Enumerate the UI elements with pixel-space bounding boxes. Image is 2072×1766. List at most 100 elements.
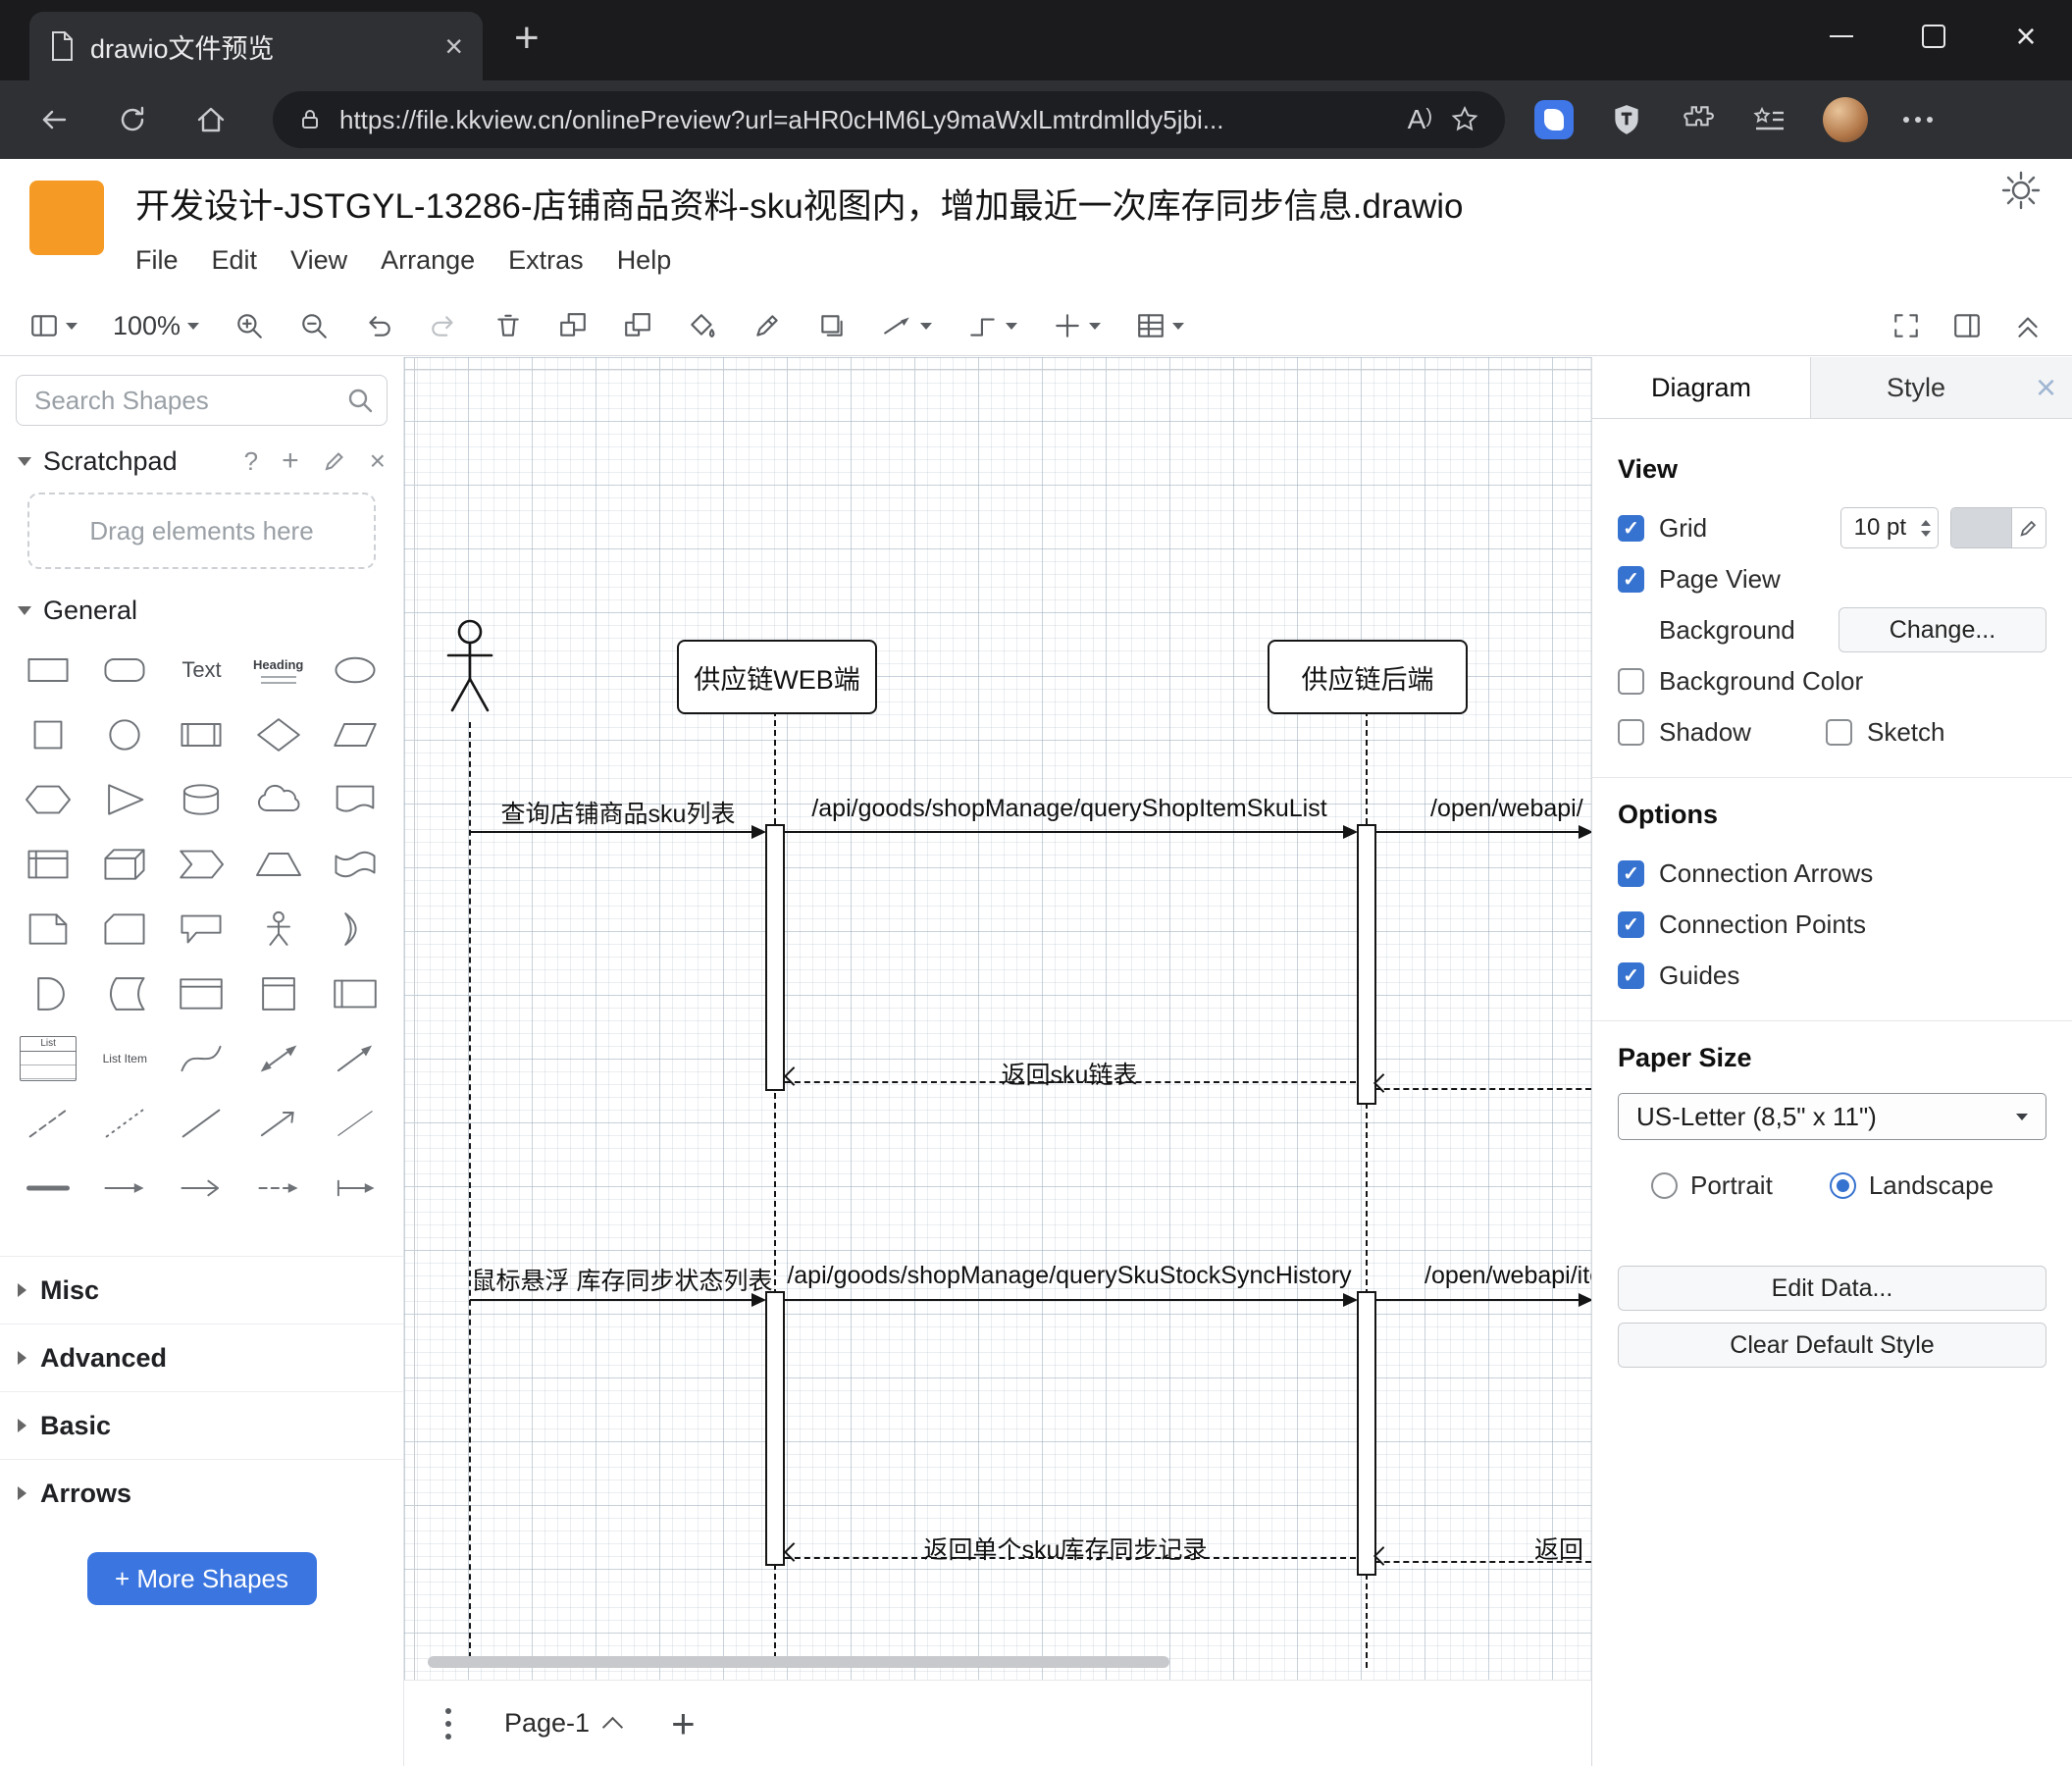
shape-open-arrow[interactable] — [163, 1156, 239, 1221]
shape-directional-arrow[interactable] — [240, 1091, 317, 1156]
shape-and[interactable] — [10, 961, 86, 1026]
shape-diamond[interactable] — [240, 702, 317, 767]
message-label[interactable]: 查询店铺商品sku列表 — [501, 795, 736, 830]
to-front-button[interactable] — [558, 311, 588, 340]
table-dropdown[interactable] — [1136, 311, 1185, 340]
message-label[interactable]: 返回sku链表 — [1002, 1056, 1138, 1091]
message-arrow-query-sku-list[interactable] — [470, 825, 766, 839]
shape-cube[interactable] — [86, 832, 163, 897]
add-page-button[interactable]: + — [671, 1700, 696, 1747]
shape-dashed-arrow[interactable] — [240, 1156, 317, 1221]
shape-step[interactable] — [163, 832, 239, 897]
background-color-checkbox[interactable] — [1618, 667, 1644, 695]
message-label[interactable]: /api/goods/shopManage/querySkuStockSyncH… — [787, 1262, 1351, 1290]
section-advanced[interactable]: Advanced — [0, 1324, 403, 1391]
fill-color-button[interactable] — [688, 311, 717, 340]
shape-data-storage[interactable] — [86, 961, 163, 1026]
panel-close-icon[interactable]: × — [2036, 357, 2072, 418]
zoom-level-dropdown[interactable]: 100% — [113, 311, 200, 341]
paper-size-select[interactable]: US-Letter (8,5" x 11") — [1618, 1093, 2046, 1140]
shape-list[interactable]: List — [10, 1026, 86, 1091]
message-label[interactable]: 返回 — [1534, 1531, 1583, 1566]
scratchpad-edit-icon[interactable] — [323, 449, 346, 473]
home-icon[interactable] — [194, 103, 228, 136]
message-arrow-api-sku-list[interactable] — [783, 825, 1358, 839]
scratchpad-add-icon[interactable]: + — [282, 444, 299, 478]
shape-note[interactable] — [10, 897, 86, 961]
activation-backend-2[interactable] — [1357, 1291, 1376, 1576]
edit-data-button[interactable]: Edit Data... — [1618, 1266, 2046, 1311]
section-general[interactable]: General — [0, 583, 403, 638]
change-background-button[interactable]: Change... — [1839, 607, 2046, 652]
tab-close-icon[interactable]: × — [444, 30, 463, 62]
shape-thin-line[interactable] — [317, 1091, 393, 1156]
shape-arrow-right[interactable] — [86, 1156, 163, 1221]
format-panel-toggle-button[interactable] — [1952, 311, 1982, 340]
message-label[interactable]: /api/goods/shopManage/queryShopItemSkuLi… — [811, 795, 1326, 823]
portrait-radio[interactable] — [1651, 1171, 1678, 1199]
grid-size-input[interactable]: 10 pt — [1840, 507, 1939, 548]
menu-edit[interactable]: Edit — [212, 245, 258, 276]
window-maximize-button[interactable] — [1888, 0, 1980, 73]
line-color-button[interactable] — [752, 311, 782, 340]
section-misc[interactable]: Misc — [0, 1256, 403, 1324]
shape-cylinder[interactable] — [163, 767, 239, 832]
activation-backend-1[interactable] — [1357, 824, 1376, 1105]
shape-hexagon[interactable] — [10, 767, 86, 832]
message-arrow-hover-stock-sync[interactable] — [470, 1293, 766, 1307]
section-basic[interactable]: Basic — [0, 1391, 403, 1459]
to-back-button[interactable] — [623, 311, 652, 340]
page-tab[interactable]: Page-1 — [481, 1693, 644, 1754]
shape-document[interactable] — [317, 767, 393, 832]
url-bar[interactable]: https://file.kkview.cn/onlinePreview?url… — [273, 91, 1505, 148]
shape-trapezoid[interactable] — [240, 832, 317, 897]
shape-vertical-container[interactable] — [240, 961, 317, 1026]
shape-circle[interactable] — [86, 702, 163, 767]
grid-color-button[interactable] — [1950, 507, 2046, 548]
pages-menu-icon[interactable] — [445, 1707, 451, 1740]
shape-card[interactable] — [86, 897, 163, 961]
menu-arrange[interactable]: Arrange — [381, 245, 475, 276]
window-close-button[interactable]: × — [1980, 0, 2072, 73]
menu-help[interactable]: Help — [617, 245, 672, 276]
back-icon[interactable] — [37, 103, 71, 136]
menu-file[interactable]: File — [135, 245, 179, 276]
read-aloud-icon[interactable]: A) — [1408, 104, 1432, 135]
undo-button[interactable] — [364, 311, 393, 340]
favorites-bar-icon[interactable] — [1750, 103, 1787, 136]
shape-callout[interactable] — [163, 897, 239, 961]
grid-size-stepper[interactable] — [1914, 508, 1938, 547]
message-label[interactable]: /open/webapi/ — [1430, 795, 1583, 823]
shape-curve[interactable] — [163, 1026, 239, 1091]
extension-blue-icon[interactable] — [1534, 100, 1574, 139]
collapse-toolbar-button[interactable] — [2013, 311, 2043, 340]
scratchpad-dropzone[interactable]: Drag elements here — [27, 493, 376, 569]
shape-parallelogram[interactable] — [317, 702, 393, 767]
shadow-checkbox[interactable] — [1618, 718, 1644, 746]
message-label[interactable]: 返回单个sku库存同步记录 — [924, 1531, 1208, 1566]
grid-checkbox[interactable]: ✓ — [1618, 514, 1644, 542]
shape-triangle[interactable] — [86, 767, 163, 832]
clear-default-style-button[interactable]: Clear Default Style — [1618, 1323, 2046, 1368]
activation-web-2[interactable] — [765, 1291, 785, 1566]
menu-view[interactable]: View — [290, 245, 347, 276]
shape-text[interactable]: Text — [163, 638, 239, 702]
connection-style-dropdown[interactable] — [882, 311, 933, 340]
page-view-checkbox[interactable]: ✓ — [1618, 565, 1644, 593]
shape-actor[interactable] — [240, 897, 317, 961]
window-minimize-button[interactable] — [1795, 0, 1888, 73]
shape-horizontal-container[interactable] — [317, 961, 393, 1026]
lifeline-box-backend[interactable]: 供应链后端 — [1268, 640, 1468, 714]
new-tab-button[interactable]: + — [514, 14, 540, 63]
shape-process[interactable] — [163, 702, 239, 767]
actor-figure[interactable] — [440, 618, 500, 720]
shape-tape[interactable] — [317, 832, 393, 897]
shape-list-item[interactable]: List Item — [86, 1026, 163, 1091]
message-arrow-open-webapi-2[interactable] — [1374, 1293, 1591, 1307]
shape-container[interactable] — [163, 961, 239, 1026]
actor-lifeline[interactable] — [469, 722, 471, 1668]
landscape-radio[interactable] — [1829, 1171, 1856, 1199]
theme-sun-icon[interactable] — [1999, 169, 2043, 212]
horizontal-scrollbar[interactable] — [428, 1656, 1169, 1668]
shape-arrow[interactable] — [317, 1026, 393, 1091]
